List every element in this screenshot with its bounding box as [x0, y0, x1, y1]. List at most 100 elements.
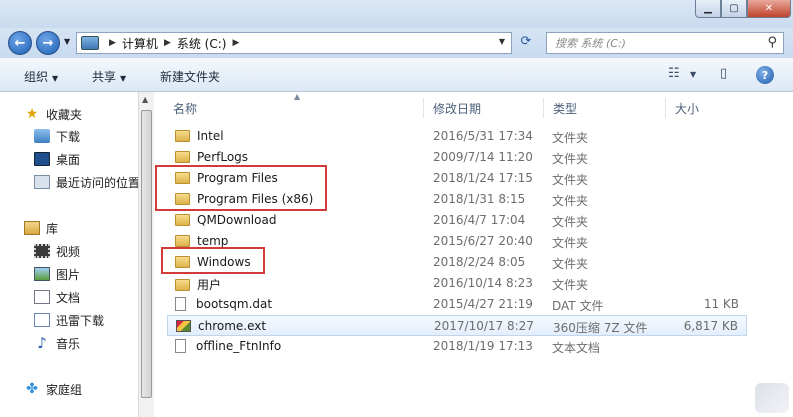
file-name: temp — [197, 234, 229, 248]
window-controls: ▁ ▢ ✕ — [695, 0, 791, 18]
download-folder-icon — [34, 129, 50, 143]
file-name: PerfLogs — [197, 150, 249, 164]
help-icon[interactable]: ? — [756, 66, 774, 84]
file-modified-date: 2016/4/7 17:04 — [433, 213, 526, 227]
file-name-cell: QMDownload — [175, 213, 276, 227]
column-header-label: 类型 — [553, 101, 578, 116]
column-header-type[interactable]: 类型 — [553, 98, 577, 118]
window-titlebar: ▁ ▢ ✕ — [0, 0, 793, 28]
chevron-right-icon[interactable]: ▶ — [109, 38, 116, 48]
scroll-up-icon[interactable]: ▲ — [142, 95, 148, 104]
picture-library-icon — [34, 267, 50, 281]
column-header-label: 修改日期 — [433, 101, 482, 116]
file-modified-date: 2018/2/24 8:05 — [433, 255, 526, 269]
back-button[interactable]: ← — [8, 31, 32, 55]
file-row[interactable]: chrome.ext 2017/10/17 8:27 360压缩 7Z 文件 6,81… — [167, 315, 747, 336]
nav-item-thunder-download[interactable]: 迅雷下载 — [34, 310, 104, 330]
nav-homegroup[interactable]: ✤ 家庭组 — [24, 379, 82, 399]
homegroup-icon: ✤ — [26, 381, 38, 397]
file-type: 文件夹 — [552, 131, 589, 145]
file-name-cell: bootsqm.dat — [175, 297, 272, 311]
file-modified-date: 2016/10/14 8:23 — [433, 276, 533, 290]
file-row[interactable]: QMDownload 2016/4/7 17:04 文件夹 — [167, 210, 747, 231]
view-dropdown-icon[interactable]: ▼ — [690, 70, 696, 79]
folder-icon — [175, 214, 190, 226]
nav-item-downloads[interactable]: 下载 — [34, 126, 80, 146]
forward-arrow-icon: → — [42, 35, 54, 51]
column-divider[interactable] — [423, 98, 424, 118]
chevron-right-icon[interactable]: ▶ — [164, 38, 171, 48]
file-modified-date: 2018/1/19 17:13 — [433, 339, 533, 353]
forward-button[interactable]: → — [36, 31, 60, 55]
folder-icon — [175, 235, 190, 247]
preview-pane-icon[interactable]: ▯ — [720, 66, 727, 81]
file-name: QMDownload — [197, 213, 277, 227]
organize-menu[interactable]: 组织 ▼ — [24, 68, 58, 85]
nav-item-music[interactable]: ♪ 音乐 — [34, 333, 80, 353]
folder-icon — [175, 151, 190, 163]
archive-file-icon — [176, 320, 191, 332]
search-input[interactable] — [547, 33, 747, 53]
scrollbar-thumb[interactable] — [141, 110, 152, 398]
nav-favorites[interactable]: ★ 收藏夹 — [24, 104, 82, 124]
nav-item-desktop[interactable]: 桌面 — [34, 149, 80, 169]
file-name-cell: 用户 — [175, 276, 221, 293]
address-bar[interactable]: ▶ 计算机 ▶ 系统 (C:) ▶ ▼ — [76, 32, 512, 54]
nav-item-videos[interactable]: 视频 — [34, 241, 80, 261]
nav-item-label: 最近访问的位置 — [56, 175, 138, 190]
search-icon[interactable]: ⚲ — [767, 35, 777, 50]
maximize-button[interactable]: ▢ — [721, 0, 747, 18]
nav-libraries-label: 库 — [46, 221, 59, 236]
nav-homegroup-label: 家庭组 — [46, 382, 83, 397]
file-name: offline_FtnInfo — [196, 339, 282, 353]
file-icon — [175, 339, 186, 353]
column-header-size[interactable]: 大小 — [675, 98, 699, 118]
file-size: 11 KB — [703, 297, 739, 311]
chevron-right-icon[interactable]: ▶ — [232, 38, 239, 48]
file-name-cell: temp — [175, 234, 228, 248]
nav-item-label: 音乐 — [56, 336, 81, 351]
column-divider[interactable] — [665, 98, 666, 118]
file-row[interactable]: 用户 2016/10/14 8:23 文件夹 — [167, 273, 747, 294]
column-header-modified[interactable]: 修改日期 — [433, 98, 481, 118]
close-button[interactable]: ✕ — [747, 0, 791, 18]
refresh-button[interactable]: ⟳ — [516, 34, 536, 52]
nav-item-documents[interactable]: 文档 — [34, 287, 80, 307]
new-folder-button[interactable]: 新建文件夹 — [160, 68, 220, 85]
navigation-pane: ★ 收藏夹 下载 桌面 最近访问的位置 库 视频 图片 文档 迅雷下载 ♪ 音乐… — [0, 92, 138, 417]
file-modified-date: 2017/10/17 8:27 — [434, 319, 534, 333]
folder-icon — [175, 130, 190, 142]
navigation-scrollbar[interactable]: ▲ — [138, 92, 154, 417]
file-row[interactable]: Intel 2016/5/31 17:34 文件夹 — [167, 126, 747, 147]
file-name-cell: chrome.ext — [176, 319, 266, 333]
search-box[interactable]: ⚲ — [546, 32, 784, 54]
column-header-name[interactable]: 名称 — [173, 98, 197, 118]
file-type: 文件夹 — [552, 278, 589, 292]
column-divider[interactable] — [543, 98, 544, 118]
file-type: 文件夹 — [552, 257, 589, 271]
recent-pages-dropdown[interactable]: ▼ — [64, 37, 70, 46]
computer-icon — [81, 36, 99, 50]
column-header-label: 名称 — [173, 101, 198, 116]
nav-favorites-label: 收藏夹 — [46, 107, 83, 122]
nav-libraries[interactable]: 库 — [24, 218, 58, 238]
star-icon: ★ — [25, 106, 39, 122]
share-menu[interactable]: 共享 ▼ — [92, 68, 126, 85]
nav-item-pictures[interactable]: 图片 — [34, 264, 80, 284]
view-options-icon[interactable]: ☷ — [668, 66, 680, 81]
file-name: 用户 — [197, 278, 222, 292]
file-row[interactable]: offline_FtnInfo 2018/1/19 17:13 文本文档 — [167, 336, 747, 357]
file-row[interactable]: bootsqm.dat 2015/4/27 21:19 DAT 文件 11 KB — [167, 294, 747, 315]
watermark-logo — [755, 383, 789, 413]
breadcrumb-drive-c[interactable]: 系统 (C:) — [177, 35, 227, 52]
breadcrumb-computer[interactable]: 计算机 — [122, 35, 158, 52]
minimize-button[interactable]: ▁ — [695, 0, 721, 18]
file-name-cell: offline_FtnInfo — [175, 339, 281, 353]
nav-item-recent-places[interactable]: 最近访问的位置 — [34, 172, 138, 192]
library-icon — [24, 221, 40, 235]
file-modified-date: 2016/5/31 17:34 — [433, 129, 533, 143]
file-modified-date: 2015/4/27 21:19 — [433, 297, 533, 311]
address-history-dropdown[interactable]: ▼ — [499, 37, 505, 46]
share-label: 共享 — [92, 70, 117, 84]
music-note-icon: ♪ — [37, 334, 47, 352]
